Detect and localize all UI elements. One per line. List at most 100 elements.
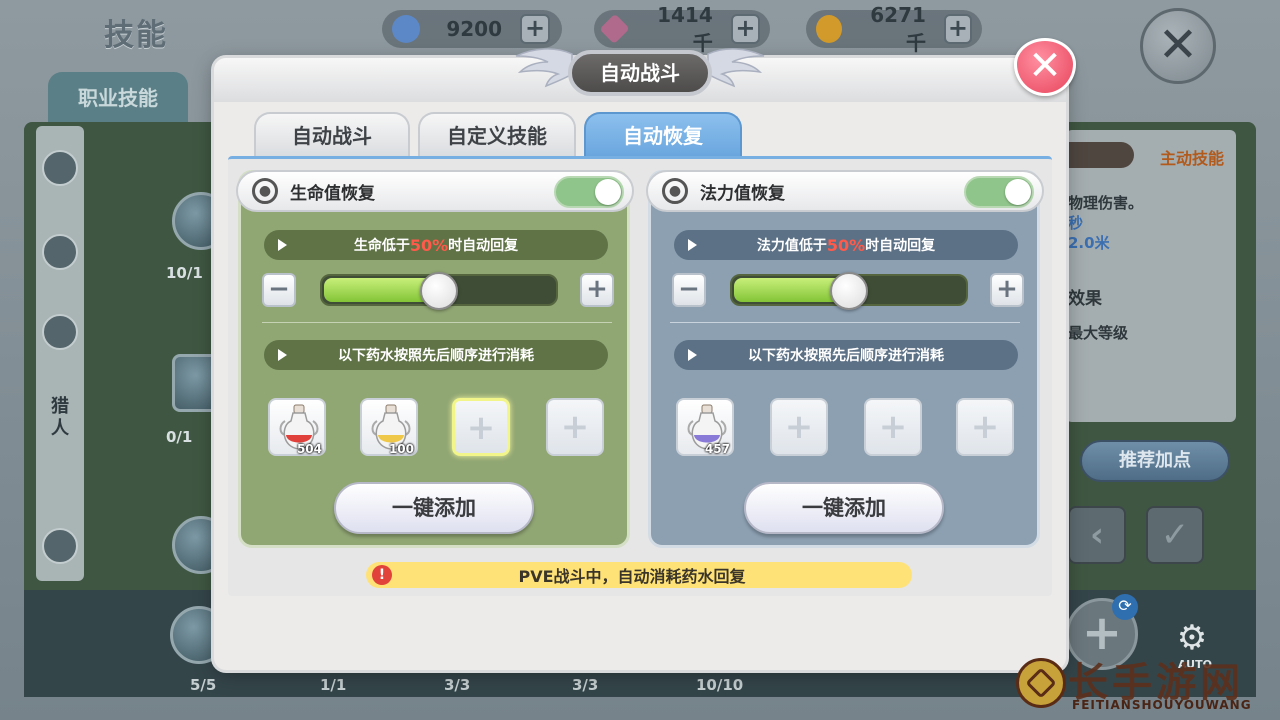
potion-count: 457	[704, 442, 730, 456]
drop-icon: ●	[662, 178, 688, 204]
crystal-icon	[599, 13, 630, 45]
potion-count: 100	[388, 442, 414, 456]
hp-potion-slot-3[interactable]: +	[452, 398, 510, 456]
hp-quick-add-button[interactable]: 一键添加	[334, 482, 534, 534]
slider-handle[interactable]	[420, 272, 458, 310]
tab-auto-battle[interactable]: 自动战斗	[254, 112, 410, 156]
mp-potion-slot-3[interactable]: +	[864, 398, 922, 456]
mp-increase-button[interactable]: +	[990, 273, 1024, 307]
divider	[670, 322, 1020, 323]
detail-bar	[1066, 142, 1134, 168]
class-icon-4[interactable]	[42, 528, 78, 564]
sidebar-class-label: 猎 人	[46, 396, 74, 440]
currency-value: 1414千	[657, 2, 713, 55]
close-icon[interactable]: ✕	[1140, 8, 1216, 84]
currency-value: 9200	[446, 17, 502, 41]
tab-job-skills[interactable]: 职业技能	[48, 72, 188, 124]
currency-crystal: 1414千 +	[594, 3, 770, 55]
potion-order-text: 以下药水按照先后顺序进行消耗	[338, 348, 534, 364]
plus-icon: +	[560, 407, 590, 447]
recommend-points-button[interactable]: 推荐加点	[1080, 440, 1230, 482]
hp-decrease-button[interactable]: −	[262, 273, 296, 307]
mp-potion-slot-1[interactable]: 457	[676, 398, 734, 456]
hp-increase-button[interactable]: +	[580, 273, 614, 307]
hp-threshold-bar[interactable]: 生命低于 50% 时自动回复	[264, 230, 608, 260]
pve-notice-bar: ! PVE战斗中，自动消耗药水回复	[366, 562, 912, 588]
hp-potion-slot-1[interactable]: 504	[268, 398, 326, 456]
class-name: 猎 人	[51, 396, 69, 439]
dialog-title: 自动战斗	[568, 50, 712, 96]
skill-level: 10/1	[166, 264, 203, 282]
mp-panel-header: ● 法力值恢复	[646, 170, 1044, 212]
skill-detail-panel	[1066, 130, 1236, 422]
left-wing-icon	[515, 48, 573, 88]
currency-diamond: 9200 +	[382, 10, 562, 48]
potion-order-text: 以下药水按照先后顺序进行消耗	[748, 348, 944, 364]
threshold-value: 50%	[826, 235, 866, 255]
hp-potion-slot-2[interactable]: 100	[360, 398, 418, 456]
slider-handle[interactable]	[830, 272, 868, 310]
warning-icon: !	[372, 565, 392, 585]
tab-auto-recovery[interactable]: 自动恢复	[584, 112, 742, 156]
class-icon-3[interactable]	[42, 314, 78, 350]
play-arrow-icon	[278, 239, 287, 251]
mp-recovery-toggle[interactable]	[964, 176, 1034, 208]
play-arrow-icon	[688, 239, 697, 251]
right-wing-icon	[707, 48, 765, 88]
currency-value: 6271千	[870, 2, 926, 55]
detail-text: 最大等级	[1068, 324, 1129, 342]
mp-panel-title: 法力值恢复	[700, 183, 785, 204]
mp-potion-slot-2[interactable]: +	[770, 398, 828, 456]
toggle-knob	[1005, 179, 1031, 205]
threshold-prefix: 法力值低于	[756, 238, 827, 254]
mp-potion-slot-4[interactable]: +	[956, 398, 1014, 456]
hp-potion-order-bar[interactable]: 以下药水按照先后顺序进行消耗	[264, 340, 608, 370]
mp-threshold-bar[interactable]: 法力值低于 50% 时自动回复	[674, 230, 1018, 260]
detail-text: 物理伤害。	[1068, 194, 1144, 212]
skill-level: 0/1	[166, 428, 193, 446]
confirm-button[interactable]: ✓	[1146, 506, 1204, 564]
toggle-knob	[595, 179, 621, 205]
mp-quick-add-button[interactable]: 一键添加	[744, 482, 944, 534]
plus-icon: +	[466, 408, 496, 448]
mp-potion-order-bar[interactable]: 以下药水按照先后顺序进行消耗	[674, 340, 1018, 370]
tab-custom-skills[interactable]: 自定义技能	[418, 112, 576, 156]
plus-icon: +	[784, 407, 814, 447]
skill-count: 3/3	[444, 676, 471, 694]
class-sidebar	[36, 126, 84, 581]
diamond-icon	[392, 15, 420, 43]
hp-panel-header: ● 生命值恢复	[236, 170, 634, 212]
currency-zeny: 6271千 +	[806, 3, 982, 55]
detail-text: 秒	[1068, 214, 1084, 232]
refresh-icon[interactable]: ⟳	[1112, 594, 1138, 620]
hp-recovery-toggle[interactable]	[554, 176, 624, 208]
back-button[interactable]: ‹	[1068, 506, 1126, 564]
hp-potion-slot-4[interactable]: +	[546, 398, 604, 456]
hp-threshold-slider[interactable]	[320, 272, 558, 310]
add-crystal-button[interactable]: +	[730, 14, 760, 44]
skill-count: 3/3	[572, 676, 599, 694]
coin-icon	[816, 15, 842, 43]
detail-text: 效果	[1068, 289, 1102, 309]
threshold-prefix: 生命低于	[353, 238, 410, 254]
play-arrow-icon	[688, 349, 697, 361]
play-arrow-icon	[278, 349, 287, 361]
threshold-suffix: 时自动回复	[448, 238, 519, 254]
class-icon-1[interactable]	[42, 150, 78, 186]
class-icon-2[interactable]	[42, 234, 78, 270]
threshold-value: 50%	[409, 235, 449, 255]
page-title: 技能	[104, 18, 168, 53]
skill-count: 5/5	[190, 676, 217, 694]
skill-count: 1/1	[320, 676, 347, 694]
drop-icon: ●	[252, 178, 278, 204]
mp-decrease-button[interactable]: −	[672, 273, 706, 307]
divider	[262, 322, 612, 323]
notice-text: PVE战斗中，自动消耗药水回复	[518, 567, 746, 586]
add-diamond-button[interactable]: +	[520, 14, 550, 44]
detail-text: 2.0米	[1068, 234, 1110, 252]
plus-icon: +	[878, 407, 908, 447]
plus-icon: +	[970, 407, 1000, 447]
mp-threshold-slider[interactable]	[730, 272, 968, 310]
add-coin-button[interactable]: +	[943, 14, 972, 44]
watermark-subtext: FEITIANSHOUYOUWANG	[1072, 698, 1252, 712]
